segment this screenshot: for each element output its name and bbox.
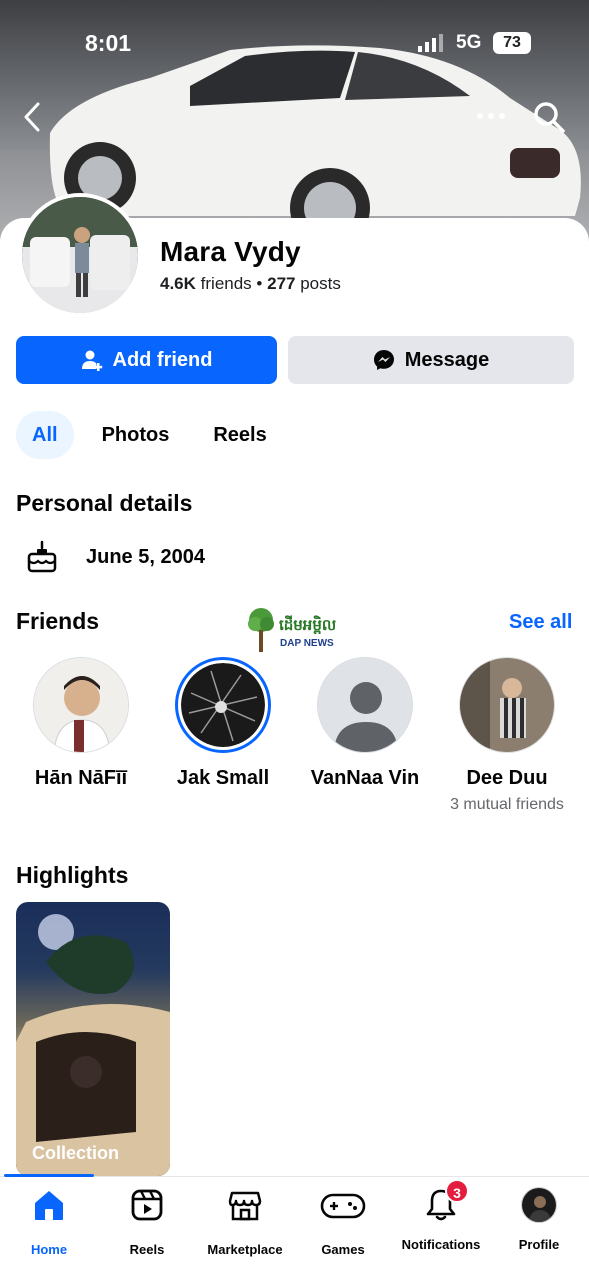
watermark-subtext: DAP NEWS: [280, 638, 334, 649]
nav-marketplace-label: Marketplace: [207, 1242, 283, 1257]
messenger-icon: [373, 350, 394, 370]
friend-card[interactable]: Dee Duu 3 mutual friends: [436, 657, 578, 815]
stats-separator: •: [256, 274, 263, 293]
mutual-friends: 3 mutual friends: [450, 796, 564, 813]
tab-photos[interactable]: Photos: [86, 411, 186, 459]
car-image: [49, 45, 581, 238]
home-icon: [35, 1191, 63, 1220]
highlights-title: Highlights: [16, 862, 129, 888]
profile-stats: 4.6K friends • 277 posts: [160, 274, 341, 294]
friend-card[interactable]: Jak Small: [152, 657, 294, 792]
status-time: 8:01: [85, 30, 132, 56]
tab-all[interactable]: All: [16, 411, 74, 459]
add-friend-button[interactable]: Add friend: [16, 336, 277, 384]
reels-icon: [131, 1189, 163, 1221]
friend-name: VanNaa Vin: [310, 767, 420, 789]
friends-label: friends: [200, 274, 252, 293]
nav-profile-label: Profile: [518, 1237, 560, 1252]
personal-details-title: Personal details: [16, 490, 193, 516]
highlight-card[interactable]: Collection: [16, 902, 170, 1176]
watermark-logo: ដើមអម្ពិល DAP NEWS: [246, 606, 346, 656]
search-icon[interactable]: [532, 100, 566, 134]
add-friend-label: Add friend: [112, 348, 213, 371]
friend-avatar[interactable]: [317, 657, 413, 753]
default-avatar-icon: [318, 658, 412, 752]
notification-badge: 3: [445, 1179, 469, 1203]
friend-card[interactable]: VanNaa Vin: [294, 657, 436, 792]
friend-name: Jak Small: [176, 767, 270, 789]
nav-marketplace[interactable]: Marketplace: [196, 1187, 294, 1257]
avatar-image: [22, 197, 138, 313]
birthday-date: June 5, 2004: [86, 546, 205, 568]
friend-card[interactable]: Hān NāFīī: [10, 657, 152, 792]
status-bar: 8:01 5G 73: [0, 26, 589, 62]
nav-home-label: Home: [30, 1242, 68, 1257]
friend-photo-2: [181, 663, 265, 747]
friend-name: Dee Duu: [466, 767, 548, 789]
friend-avatar[interactable]: [33, 657, 129, 753]
games-icon: [320, 1193, 366, 1219]
nav-games-label: Games: [321, 1242, 365, 1257]
bottom-navigation: Home Reels Marketplace Games 3 Notificat…: [0, 1174, 589, 1280]
birthday-cake-icon: [27, 540, 57, 573]
friend-name: Hān NāFīī: [34, 767, 128, 789]
message-label: Message: [404, 348, 490, 371]
nav-notifications-label: Notifications: [401, 1237, 481, 1252]
friend-photo-1: [34, 658, 128, 752]
tab-reels[interactable]: Reels: [197, 411, 282, 459]
friends-count: 4.6K: [160, 274, 196, 293]
bell-icon: 3: [423, 1179, 469, 1223]
profile-name: Mara Vydy: [160, 236, 301, 267]
highlight-image: [16, 914, 170, 1176]
nav-home[interactable]: Home: [0, 1187, 98, 1257]
profile-avatar-icon: [521, 1187, 557, 1223]
posts-count: 277: [267, 274, 296, 293]
nav-games[interactable]: Games: [294, 1187, 392, 1257]
friends-title: Friends: [16, 608, 100, 634]
back-icon[interactable]: [18, 100, 48, 134]
battery-icon: 73: [493, 32, 531, 54]
posts-label: posts: [300, 274, 341, 293]
active-tab-indicator: [4, 1174, 94, 1177]
profile-avatar[interactable]: [18, 193, 142, 317]
profile-tabs: All Photos Reels: [16, 411, 295, 459]
friend-avatar[interactable]: [175, 657, 271, 753]
highlight-label: Collection: [32, 1143, 120, 1163]
nav-reels-label: Reels: [129, 1242, 165, 1257]
friend-avatar[interactable]: [459, 657, 555, 753]
nav-profile[interactable]: Profile: [490, 1187, 588, 1252]
tree-logo-icon: [248, 608, 274, 652]
nav-notifications[interactable]: 3 Notifications: [392, 1179, 490, 1252]
watermark-text: ដើមអម្ពិល: [279, 617, 337, 634]
add-person-icon: [81, 350, 102, 371]
message-button[interactable]: Message: [288, 336, 574, 384]
marketplace-icon: [228, 1191, 262, 1221]
nav-reels[interactable]: Reels: [98, 1187, 196, 1257]
friend-photo-4: [460, 658, 554, 752]
birthday-row: June 5, 2004: [26, 540, 205, 574]
more-icon[interactable]: [474, 106, 508, 126]
network-label: 5G: [456, 32, 482, 53]
see-all-friends-link[interactable]: See all: [509, 611, 572, 634]
signal-icon: [418, 34, 443, 52]
